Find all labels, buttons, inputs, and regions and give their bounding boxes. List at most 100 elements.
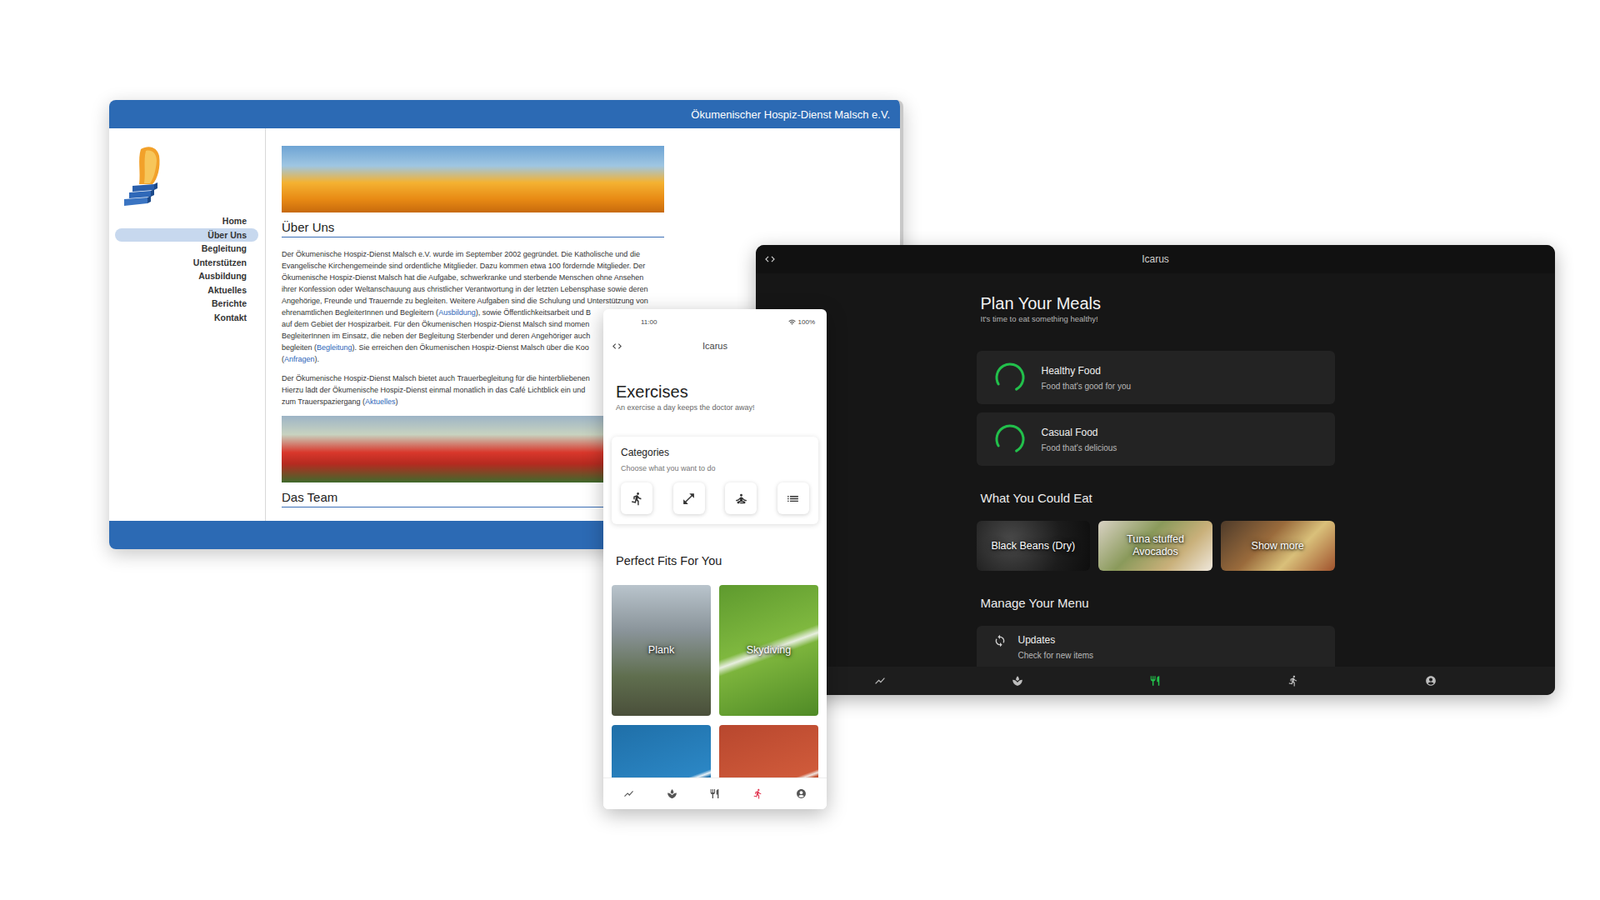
showcase-canvas: Ökumenischer Hospiz-Dienst Malsch e.V. Ho… xyxy=(0,0,1600,900)
status-bar: 11:00 100% xyxy=(603,309,827,335)
food-tile[interactable]: Black Beans (Dry) xyxy=(976,520,1091,571)
meditation-icon xyxy=(734,491,749,506)
app-bar: Icarus xyxy=(603,334,827,358)
food-tile[interactable]: Tuna stuffed Avocados xyxy=(1098,520,1213,571)
nav-item[interactable]: Begleitung xyxy=(115,241,259,256)
exercise-tile[interactable]: Skydiving xyxy=(719,585,819,716)
wifi-icon xyxy=(788,318,796,326)
nav-button[interactable] xyxy=(1149,675,1161,687)
text-link[interactable]: Begleitung xyxy=(316,343,353,352)
plant-icon xyxy=(666,788,678,800)
category-button[interactable] xyxy=(725,482,757,515)
category-button[interactable] xyxy=(673,482,705,515)
section-heading: Über Uns xyxy=(281,219,665,238)
website-title: Ökumenischer Hospiz-Dienst Malsch e.V. xyxy=(690,108,890,121)
running-icon xyxy=(1287,675,1300,687)
stretch-icon xyxy=(681,491,696,506)
exercise-tile[interactable] xyxy=(611,725,711,778)
website-nav: HomeÜber UnsBegleitungUnterstützenAusbil… xyxy=(109,214,265,325)
nav-button[interactable] xyxy=(874,675,886,687)
section-heading: Manage Your Menu xyxy=(976,595,1335,612)
nav-item[interactable]: Home xyxy=(115,214,259,229)
plant-icon xyxy=(1011,675,1024,687)
exercises-app-window: 11:00 100% Icarus ExercisesAn exercise a da… xyxy=(603,309,827,810)
meal-plan-card[interactable]: Healthy Food Food that's good for you xyxy=(976,350,1335,405)
card-title: Casual Food xyxy=(1041,426,1118,439)
text-link[interactable]: Aktuelles xyxy=(365,397,396,406)
card-subtitle: Check for new items xyxy=(1018,650,1095,660)
card-title: Updates xyxy=(1018,634,1095,646)
utensils-icon xyxy=(1149,675,1161,687)
page-heading: Exercises xyxy=(603,357,827,402)
tile-label: Show more xyxy=(1251,540,1305,553)
text-link[interactable]: Anfragen xyxy=(284,355,315,364)
logo[interactable] xyxy=(109,142,265,208)
nav-button[interactable] xyxy=(795,788,807,800)
nav-button[interactable] xyxy=(623,788,635,800)
food-tile[interactable]: Show more xyxy=(1220,520,1335,571)
category-button[interactable] xyxy=(620,482,653,515)
section-heading: What You Could Eat xyxy=(976,490,1335,507)
code-icon[interactable] xyxy=(611,340,623,352)
nav-button[interactable] xyxy=(666,788,678,800)
nav-button[interactable] xyxy=(709,788,720,800)
card-subtitle: Food that's delicious xyxy=(1041,443,1118,453)
page-subtitle: An exercise a day keeps the doctor away! xyxy=(603,401,827,414)
nav-button[interactable] xyxy=(1011,675,1024,687)
menu-card[interactable]: Updates Check for new items xyxy=(976,625,1335,667)
nav-item[interactable]: Kontakt xyxy=(115,310,259,325)
exercise-grid: Plank Skydiving xyxy=(603,569,827,778)
chart-icon xyxy=(623,788,635,800)
exercises-content: ExercisesAn exercise a day keeps the doc… xyxy=(603,357,827,778)
bottom-nav xyxy=(755,666,1555,695)
card-title: Healthy Food xyxy=(1041,365,1132,377)
card-title: Categories xyxy=(620,445,810,460)
section-heading: Perfect Fits For You xyxy=(603,524,827,570)
list-icon xyxy=(785,491,800,506)
tile-label: Skydiving xyxy=(746,644,792,657)
meals-app-window: Icarus Plan Your MealsIt's time to eat so… xyxy=(755,245,1555,695)
exercise-tile[interactable]: Plank xyxy=(611,585,711,716)
app-bar: Icarus xyxy=(755,245,1555,274)
text-link[interactable]: Ausbildung xyxy=(438,308,476,317)
running-icon xyxy=(752,788,764,800)
tile-label: Black Beans (Dry) xyxy=(990,540,1075,553)
nav-button[interactable] xyxy=(752,788,764,800)
website-sidebar: HomeÜber UnsBegleitungUnterstützenAusbil… xyxy=(109,128,266,521)
nav-item[interactable]: Ausbildung xyxy=(115,269,259,284)
food-suggestions: Black Beans (Dry) Tuna stuffed Avocados Sh… xyxy=(976,520,1335,571)
tile-label: Tuna stuffed Avocados xyxy=(1108,533,1204,559)
nav-item[interactable]: Aktuelles xyxy=(115,283,259,298)
nav-item[interactable]: Berichte xyxy=(115,296,259,311)
app-title: Icarus xyxy=(702,340,728,351)
flower-photo xyxy=(281,145,665,213)
nav-button[interactable] xyxy=(1425,675,1437,687)
page-heading: Plan Your Meals xyxy=(976,293,1335,314)
account-icon xyxy=(795,788,807,800)
card-subtitle: Choose what you want to do xyxy=(620,462,810,475)
sync-icon xyxy=(993,634,1007,648)
card-subtitle: Food that's good for you xyxy=(1041,381,1132,391)
status-battery: 100% xyxy=(798,318,815,326)
nav-item[interactable]: Über Uns xyxy=(115,228,259,243)
meals-content: Plan Your MealsIt's time to eat somethin… xyxy=(755,273,1555,667)
app-title: Icarus xyxy=(1141,253,1170,265)
hospice-logo-icon xyxy=(120,142,168,208)
nav-button[interactable] xyxy=(1287,675,1300,687)
account-icon xyxy=(1425,675,1437,687)
code-icon[interactable] xyxy=(764,253,776,265)
categories-card: Categories Choose what you want to do xyxy=(611,436,819,525)
tile-label: Plank xyxy=(648,644,675,657)
page-subtitle: It's time to eat something healthy! xyxy=(976,313,1335,325)
meal-plans: Healthy Food Food that's good for you Casu… xyxy=(976,350,1335,466)
chart-icon xyxy=(874,675,886,687)
nav-item[interactable]: Unterstützen xyxy=(115,255,259,270)
progress-ring-icon xyxy=(993,422,1027,456)
meal-plan-card[interactable]: Casual Food Food that's delicious xyxy=(976,412,1335,466)
category-button[interactable] xyxy=(777,482,810,515)
bottom-nav xyxy=(603,777,827,810)
progress-ring-icon xyxy=(993,360,1027,395)
status-time: 11:00 xyxy=(640,318,657,326)
exercise-tile[interactable] xyxy=(719,725,819,778)
running-icon xyxy=(630,491,645,506)
